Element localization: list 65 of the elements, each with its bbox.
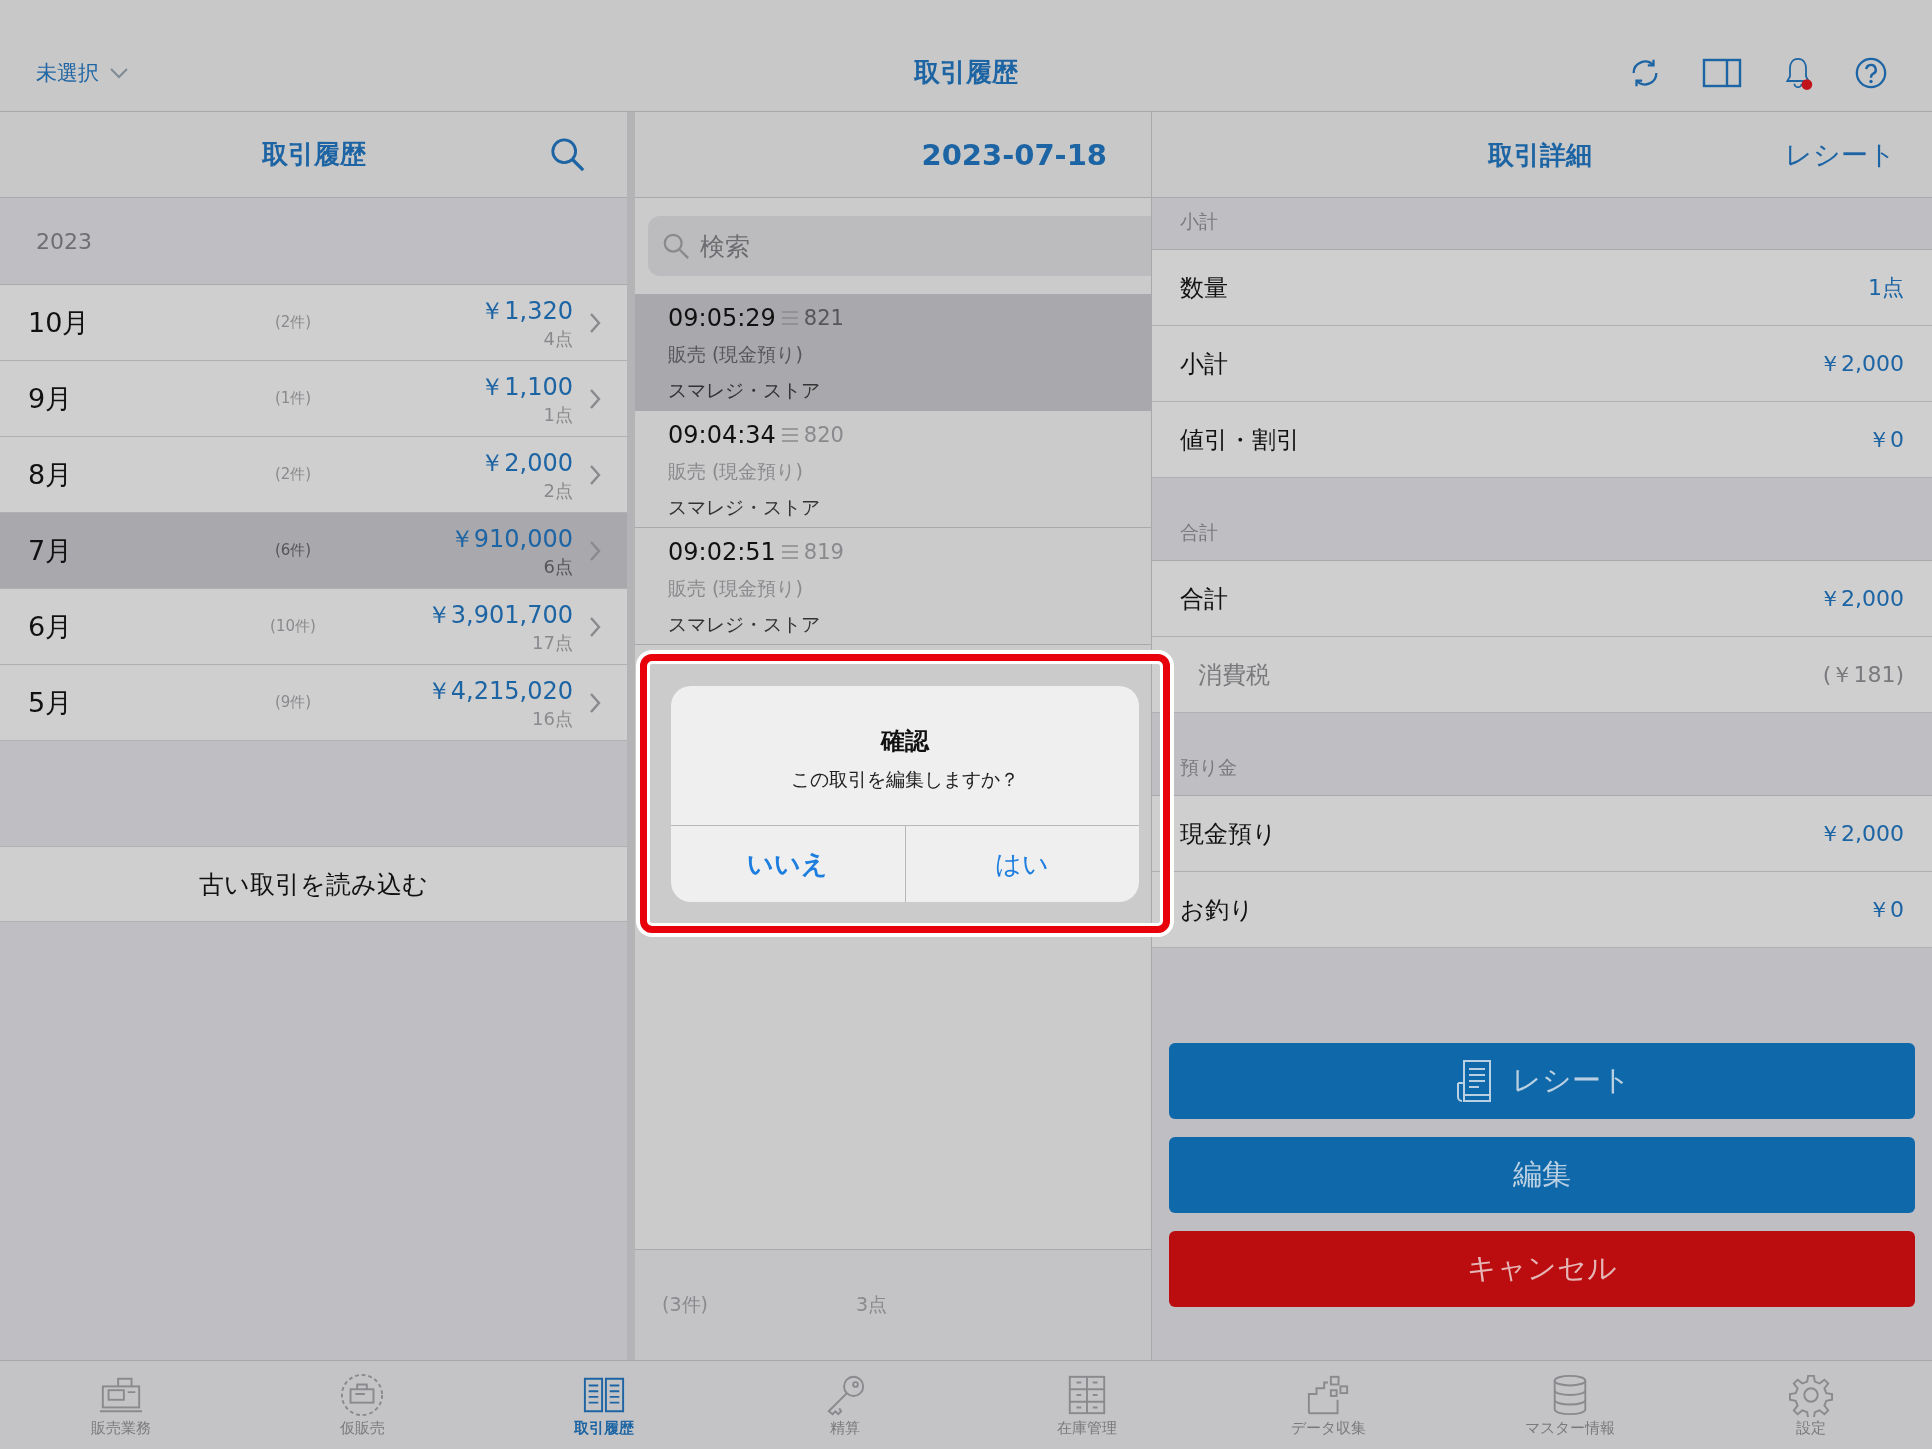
- panel-title: 取引詳細: [1488, 139, 1592, 172]
- transaction-row[interactable]: 09:04:34 820 販売 (現金預り) スマレジ・ストア: [635, 411, 1151, 528]
- detail-value: ￥2,000: [1819, 584, 1904, 613]
- detail-label: 小計: [1180, 348, 1228, 380]
- month-row[interactable]: 7月 (6件) ￥910,000 6点: [0, 513, 627, 589]
- detail-label: 合計: [1180, 583, 1228, 615]
- tab-bar-item[interactable]: 取引履歴: [483, 1361, 725, 1449]
- dialog-message: この取引を編集しますか？: [791, 766, 1019, 792]
- detail-label: 値引・割引: [1180, 424, 1300, 456]
- store-selector[interactable]: 未選択: [36, 46, 129, 87]
- month-row[interactable]: 6月 (10件) ￥3,901,700 17点: [0, 589, 627, 665]
- help-icon[interactable]: [1854, 55, 1888, 90]
- chevron-icon: [589, 387, 601, 410]
- tab-bar-item[interactable]: 販売業務: [0, 1361, 242, 1449]
- sidebar-icon[interactable]: [1702, 57, 1742, 88]
- detail-value: ￥2,000: [1819, 819, 1904, 848]
- yes-button[interactable]: はい: [904, 826, 1139, 902]
- section-header: 合計: [1180, 520, 1218, 545]
- detail-value: ￥0: [1868, 425, 1904, 454]
- chevron-icon: [589, 463, 601, 486]
- tab-bar-item[interactable]: 仮販売: [241, 1361, 483, 1449]
- month-row[interactable]: 5月 (9件) ￥4,215,020 16点: [0, 665, 627, 741]
- section-header: 小計: [1180, 209, 1218, 234]
- month-row[interactable]: 9月 (1件) ￥1,100 1点: [0, 361, 627, 437]
- caret-icon: [109, 66, 129, 79]
- list-icon: [781, 428, 798, 442]
- year-header: 2023: [36, 228, 92, 254]
- transaction-row[interactable]: 09:05:29 821 販売 (現金預り) スマレジ・ストア: [635, 294, 1151, 411]
- month-row[interactable]: 10月 (2件) ￥1,320 4点: [0, 285, 627, 361]
- detail-value: ￥2,000: [1819, 349, 1904, 378]
- receipt-link[interactable]: レシート: [1785, 136, 1896, 173]
- date-title: 2023-07-18: [921, 137, 1107, 172]
- detail-value: 1点: [1868, 273, 1904, 302]
- chevron-icon: [589, 539, 601, 562]
- tab-bar-item[interactable]: 精算: [724, 1361, 966, 1449]
- list-icon: [781, 545, 798, 559]
- tab-bar-item[interactable]: 設定: [1690, 1361, 1932, 1449]
- chevron-icon: [589, 311, 601, 334]
- search-icon[interactable]: [549, 136, 587, 174]
- transaction-count: (3件): [662, 1292, 708, 1317]
- tab-bar-item[interactable]: マスター情報: [1449, 1361, 1691, 1449]
- cancel-button[interactable]: キャンセル: [1169, 1231, 1915, 1307]
- screen-title: 取引履歴: [914, 56, 1018, 89]
- detail-label: お釣り: [1180, 894, 1254, 926]
- points-total: 3点: [855, 1292, 887, 1317]
- detail-label: 消費税: [1197, 659, 1270, 691]
- search-field[interactable]: 検索: [648, 216, 1151, 276]
- edit-button[interactable]: 編集: [1169, 1137, 1915, 1213]
- detail-value: ￥0: [1868, 895, 1904, 924]
- tab-bar-item[interactable]: データ収集: [1207, 1361, 1449, 1449]
- dialog-title: 確認: [881, 725, 929, 757]
- no-button[interactable]: いいえ: [671, 826, 905, 902]
- section-header: 預り金: [1180, 755, 1237, 780]
- transaction-row[interactable]: 09:02:51 819 販売 (現金預り) スマレジ・ストア: [635, 528, 1151, 645]
- detail-value: (￥181): [1822, 660, 1904, 689]
- panel-title: 取引履歴: [261, 138, 366, 171]
- detail-label: 数量: [1180, 272, 1228, 304]
- month-row[interactable]: 8月 (2件) ￥2,000 2点: [0, 437, 627, 513]
- search-icon: [662, 232, 690, 260]
- detail-label: 現金預り: [1180, 818, 1277, 850]
- chevron-icon: [589, 615, 601, 638]
- chevron-icon: [589, 691, 601, 714]
- load-older-button[interactable]: 古い取引を読み込む: [0, 846, 627, 922]
- tab-bar-item[interactable]: 在庫管理: [966, 1361, 1208, 1449]
- receipt-button[interactable]: レシート: [1169, 1043, 1915, 1119]
